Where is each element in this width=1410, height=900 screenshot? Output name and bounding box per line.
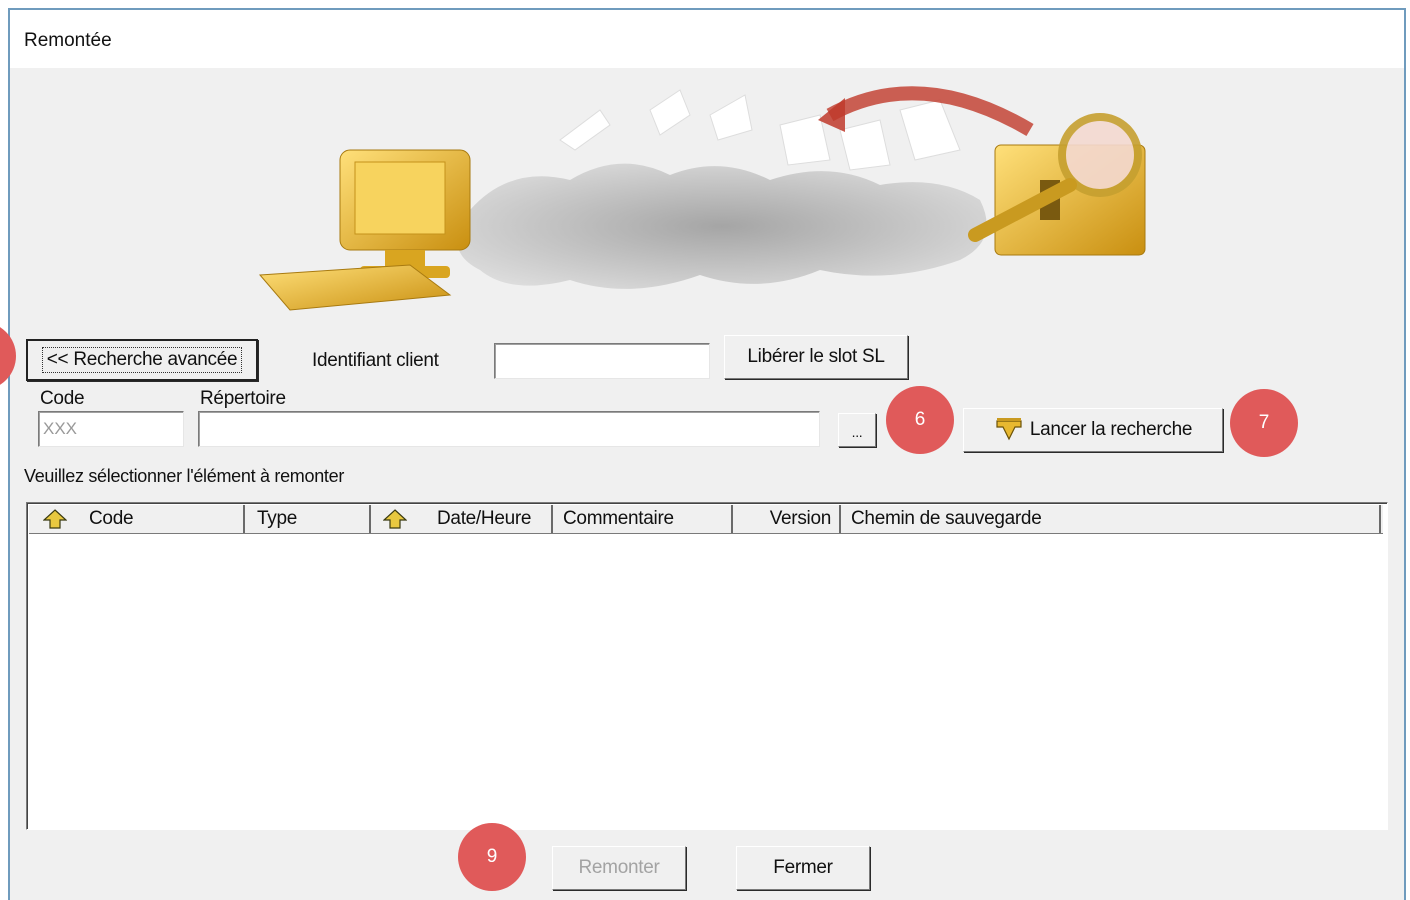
transfer-illustration [258, 86, 1146, 311]
callout-6: 6 [886, 386, 954, 454]
column-code-label: Code [89, 508, 134, 529]
column-date-label: Date/Heure [437, 508, 532, 529]
client-id-input[interactable] [494, 343, 710, 379]
list-caption: Veuillez sélectionner l'élément à remont… [24, 466, 345, 486]
launch-search-label: Lancer la recherche [1029, 419, 1193, 440]
results-list[interactable]: Code Type Date/Heure Commentaire Version… [26, 502, 1388, 830]
sort-up-icon [383, 509, 407, 529]
window-title: Remontée [24, 30, 112, 51]
column-path-label: Chemin de sauvegarde [851, 508, 1042, 529]
column-header-path[interactable]: Chemin de sauvegarde [841, 505, 1381, 533]
code-input[interactable] [38, 411, 184, 447]
column-header-comment[interactable]: Commentaire [553, 505, 733, 533]
list-header: Code Type Date/Heure Commentaire Version… [29, 505, 1383, 534]
column-comment-label: Commentaire [563, 508, 674, 529]
cloud-shape [457, 163, 987, 289]
client-id-label: Identifiant client [312, 350, 439, 371]
column-header-date[interactable]: Date/Heure [371, 505, 553, 533]
down-arrow-icon [996, 418, 1022, 441]
column-header-type[interactable]: Type [245, 505, 371, 533]
launch-search-button[interactable]: Lancer la recherche [963, 408, 1223, 452]
sort-up-icon [43, 509, 67, 529]
directory-label: Répertoire [200, 388, 286, 409]
advanced-search-label: << Recherche avancée [41, 347, 243, 373]
column-header-code[interactable]: Code [29, 505, 245, 533]
free-slot-button[interactable]: Libérer le slot SL [724, 335, 908, 379]
callout-7: 7 [1230, 389, 1298, 457]
column-version-label: Version [769, 508, 832, 529]
browse-directory-button[interactable]: ... [838, 413, 876, 447]
column-header-version[interactable]: Version [733, 505, 841, 533]
title-bar: Remontée [10, 10, 1404, 68]
advanced-search-button[interactable]: << Recherche avancée [26, 339, 258, 381]
close-button[interactable]: Fermer [736, 846, 870, 890]
callout-9: 9 [458, 823, 526, 891]
upload-button[interactable]: Remonter [552, 846, 686, 890]
directory-input[interactable] [198, 411, 820, 447]
remontee-window: Remontée << Recherche avancée Identifian… [8, 8, 1406, 900]
code-label: Code [40, 388, 85, 409]
column-type-label: Type [257, 508, 297, 529]
